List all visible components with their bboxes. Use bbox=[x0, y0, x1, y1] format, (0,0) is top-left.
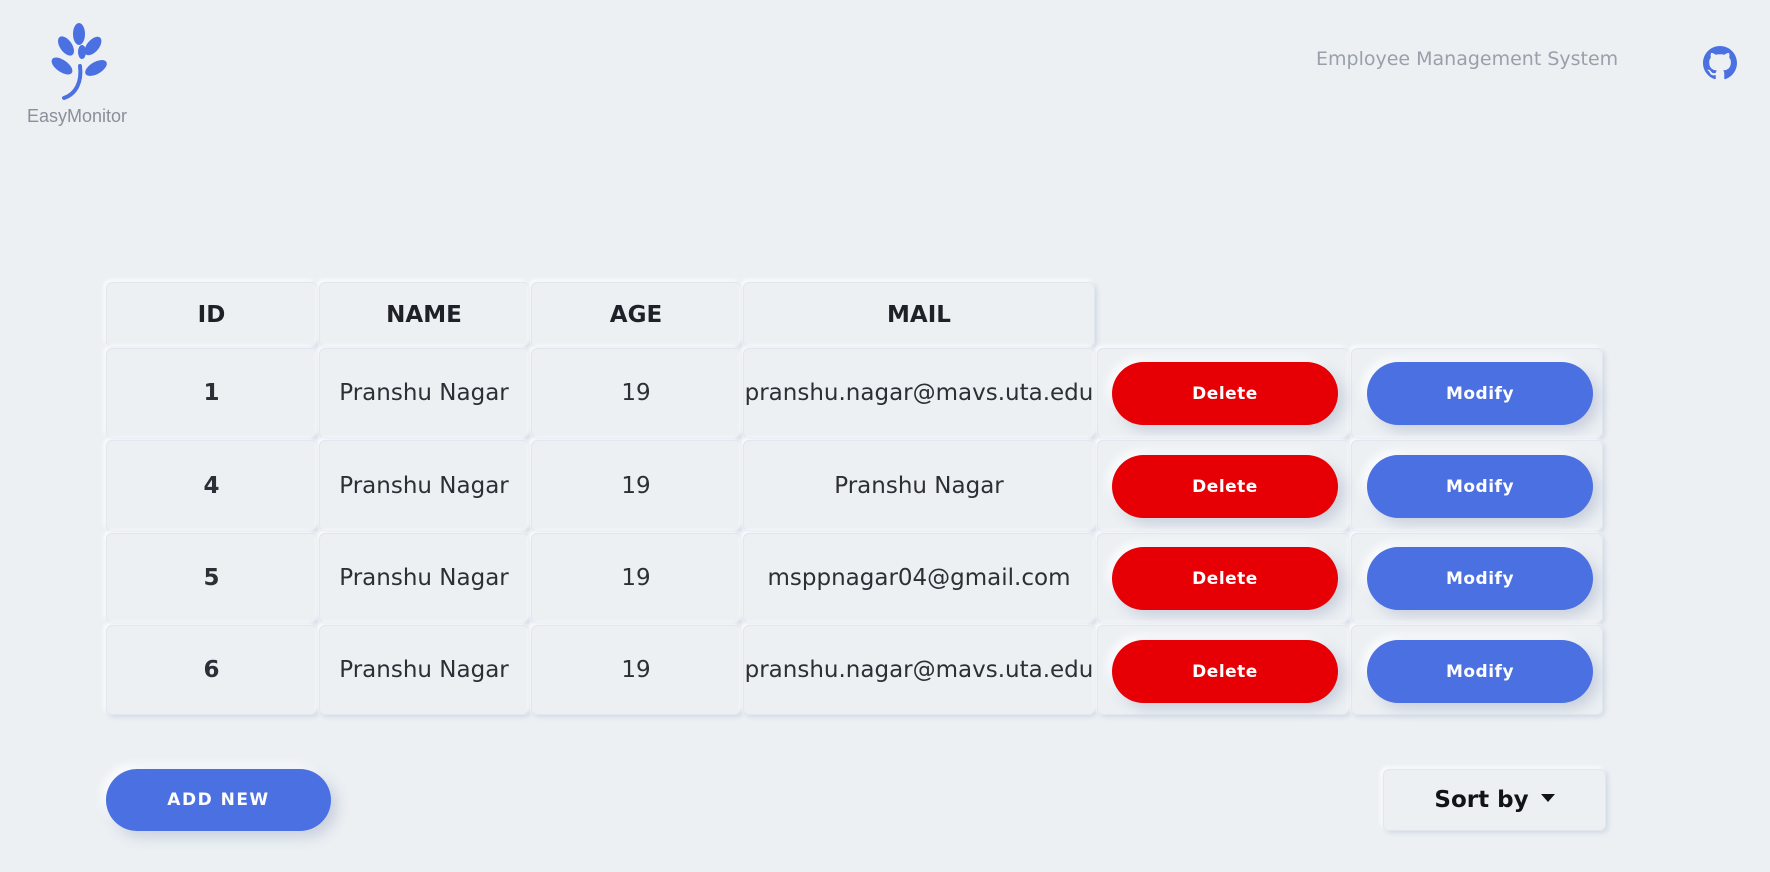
row-mail: pranshu.nagar@mavs.uta.edu bbox=[743, 625, 1095, 715]
delete-button[interactable]: Delete bbox=[1112, 547, 1338, 610]
row-id: 1 bbox=[106, 348, 317, 438]
leaf-icon bbox=[51, 23, 107, 100]
delete-button[interactable]: Delete bbox=[1112, 455, 1338, 518]
modify-button[interactable]: Modify bbox=[1367, 640, 1593, 703]
row-age: 19 bbox=[531, 348, 741, 438]
delete-button[interactable]: Delete bbox=[1112, 640, 1338, 703]
row-name: Pranshu Nagar bbox=[319, 440, 529, 531]
row-mail: Pranshu Nagar bbox=[743, 440, 1095, 531]
modify-button[interactable]: Modify bbox=[1367, 547, 1593, 610]
row-name: Pranshu Nagar bbox=[319, 533, 529, 623]
page: EasyMonitor Employee Management System I… bbox=[0, 0, 1770, 872]
sort-by-label: Sort by bbox=[1434, 787, 1529, 813]
row-age: 19 bbox=[531, 533, 741, 623]
brand-name: EasyMonitor bbox=[26, 106, 128, 126]
column-header-mail: MAIL bbox=[743, 282, 1095, 347]
row-age: 19 bbox=[531, 440, 741, 531]
row-mail: pranshu.nagar@mavs.uta.edu bbox=[743, 348, 1095, 438]
github-link[interactable] bbox=[1703, 46, 1737, 80]
row-id: 6 bbox=[106, 625, 317, 715]
caret-down-icon bbox=[1540, 794, 1555, 802]
row-mail: msppnagar04@gmail.com bbox=[743, 533, 1095, 623]
github-icon bbox=[1703, 46, 1737, 80]
column-header-name: NAME bbox=[319, 282, 529, 347]
sort-by-dropdown[interactable]: Sort by bbox=[1383, 769, 1606, 831]
add-new-button[interactable]: ADD NEW bbox=[106, 769, 331, 831]
app-title: Employee Management System bbox=[1316, 48, 1619, 70]
row-id: 4 bbox=[106, 440, 317, 531]
row-name: Pranshu Nagar bbox=[319, 625, 529, 715]
modify-button[interactable]: Modify bbox=[1367, 362, 1593, 425]
row-age: 19 bbox=[531, 625, 741, 715]
row-id: 5 bbox=[106, 533, 317, 623]
row-name: Pranshu Nagar bbox=[319, 348, 529, 438]
brand-logo[interactable]: EasyMonitor bbox=[22, 22, 132, 127]
add-new-label: ADD NEW bbox=[167, 790, 270, 810]
delete-button[interactable]: Delete bbox=[1112, 362, 1338, 425]
modify-button[interactable]: Modify bbox=[1367, 455, 1593, 518]
column-header-age: AGE bbox=[531, 282, 741, 347]
column-header-id: ID bbox=[106, 282, 317, 347]
